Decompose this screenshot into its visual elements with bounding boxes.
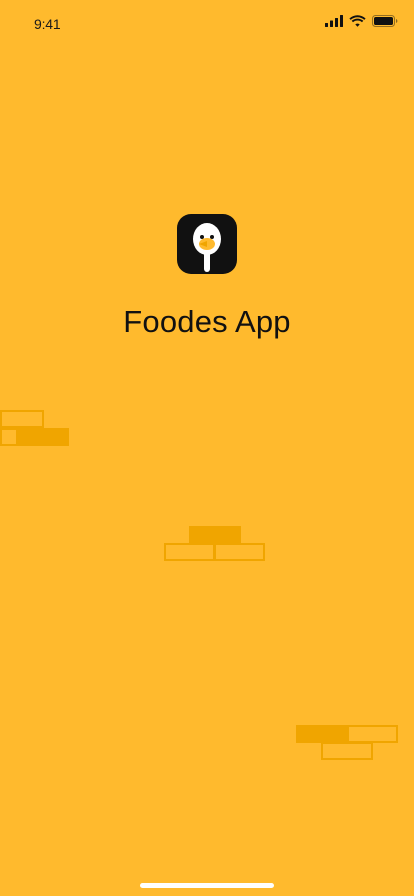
- status-bar: 9:41: [0, 0, 414, 48]
- decor-brick: [164, 543, 215, 561]
- decor-brick: [321, 742, 373, 760]
- decor-brick: [214, 543, 265, 561]
- app-logo: [177, 214, 237, 274]
- decor-brick: [18, 428, 69, 446]
- decor-brick: [347, 725, 398, 743]
- decor-brick: [189, 526, 241, 544]
- status-icons: [325, 15, 398, 27]
- decor-brick: [0, 428, 18, 446]
- battery-icon: [372, 15, 398, 27]
- home-indicator[interactable]: [140, 883, 274, 888]
- status-time: 9:41: [34, 16, 61, 32]
- app-title: Foodes App: [123, 304, 291, 339]
- decor-brick: [0, 410, 44, 428]
- wifi-icon: [349, 15, 366, 27]
- duck-spoon-logo-icon: [193, 223, 221, 272]
- decor-brick: [296, 725, 348, 743]
- cellular-signal-icon: [325, 15, 343, 27]
